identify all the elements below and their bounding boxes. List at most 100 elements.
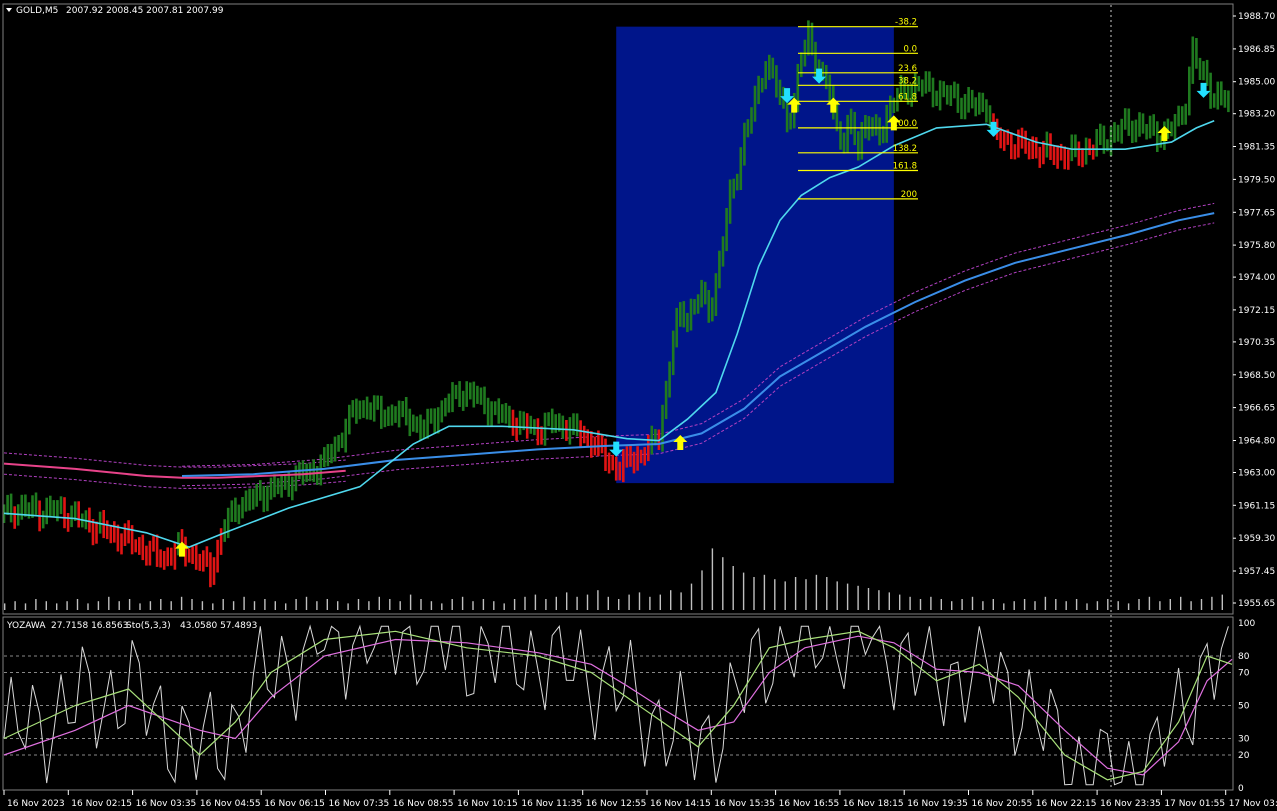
- volume-bar: [191, 599, 193, 610]
- candle: [707, 290, 711, 323]
- candle: [967, 87, 970, 113]
- candle: [1134, 119, 1138, 143]
- candle: [269, 477, 273, 500]
- time-tick-label: 16 Nov 03:35: [136, 799, 197, 809]
- volume-bar: [1138, 599, 1140, 610]
- volume-bar: [66, 601, 68, 610]
- price-tick-label: 1986.85: [1238, 45, 1275, 55]
- candle: [654, 429, 657, 446]
- candle: [380, 395, 383, 429]
- candle: [1209, 72, 1212, 109]
- candle: [187, 548, 191, 563]
- volume-bar: [493, 601, 495, 610]
- candle: [739, 147, 743, 190]
- volume-bar: [503, 603, 505, 610]
- candle: [582, 425, 586, 444]
- volume-bar: [701, 570, 703, 610]
- candle: [760, 78, 764, 93]
- candle: [536, 418, 540, 446]
- volume-bar: [482, 599, 485, 610]
- candle: [348, 404, 351, 435]
- price-tick-label: 1964.80: [1238, 437, 1275, 447]
- indicator-header: YOZAWA 27.7158 16.8563 Sto(5,3,3) 43.058…: [6, 621, 257, 631]
- candle: [486, 397, 490, 426]
- volume-bar: [670, 590, 672, 610]
- candle: [874, 114, 878, 136]
- candle: [1088, 138, 1091, 156]
- candle: [885, 104, 888, 143]
- volume-bar: [24, 603, 27, 610]
- candle: [458, 381, 461, 407]
- candle: [614, 456, 618, 481]
- candle: [426, 408, 429, 439]
- time-tick-label: 16 Nov 12:55: [586, 799, 647, 809]
- volume-bar: [857, 585, 859, 610]
- candle: [696, 294, 700, 314]
- candle: [1216, 81, 1220, 110]
- candle: [671, 330, 675, 376]
- candle: [209, 552, 212, 588]
- candle: [632, 451, 636, 474]
- candle: [376, 395, 379, 410]
- candle: [1152, 114, 1155, 136]
- volume-bar: [4, 603, 6, 610]
- price-tick-label: 1983.20: [1238, 110, 1275, 120]
- candle: [1141, 113, 1145, 134]
- volume-bar: [87, 603, 89, 610]
- candle: [20, 494, 24, 520]
- candle: [1116, 124, 1120, 142]
- candle: [59, 496, 63, 515]
- candle: [1198, 57, 1202, 80]
- stochastic-label: Sto(5,3,3): [126, 621, 171, 631]
- candle: [24, 494, 27, 517]
- candle: [127, 520, 130, 544]
- candle: [718, 250, 721, 289]
- candle: [401, 401, 404, 418]
- candle: [155, 534, 159, 567]
- candle: [554, 414, 557, 433]
- candle: [412, 414, 415, 432]
- candle: [746, 119, 750, 138]
- candle: [501, 404, 504, 423]
- candle: [579, 420, 582, 448]
- price-tick-label: 1963.00: [1238, 469, 1275, 479]
- candle: [49, 495, 52, 518]
- candle: [1013, 144, 1017, 160]
- volume-bar: [97, 601, 100, 610]
- candle: [849, 108, 853, 135]
- candle: [31, 495, 34, 518]
- candle: [365, 396, 369, 420]
- candle: [565, 420, 568, 441]
- time-tick-label: 16 Nov 23:35: [1100, 799, 1161, 809]
- candle: [700, 279, 703, 308]
- candle: [1067, 149, 1070, 170]
- volume-bar: [951, 601, 953, 610]
- volume-bar: [784, 581, 786, 610]
- candle: [547, 412, 550, 427]
- candle: [618, 461, 622, 481]
- candle: [1188, 66, 1191, 116]
- volume-bar: [711, 548, 714, 610]
- candle: [735, 173, 739, 191]
- candle: [397, 400, 401, 428]
- candle: [1127, 108, 1131, 136]
- candle: [145, 545, 148, 566]
- volume-bar: [160, 599, 162, 610]
- fib-level-label: 200: [901, 190, 917, 200]
- volume-bar: [389, 599, 391, 610]
- volume-bar: [1107, 599, 1109, 610]
- volume-bar: [1148, 596, 1151, 610]
- candle: [892, 97, 896, 113]
- trading-chart[interactable]: -38.20.023.638.261.8100.0138.2161.8200 1…: [0, 0, 1277, 811]
- fib-level-label: 161.8: [893, 162, 917, 172]
- candle: [693, 299, 696, 315]
- volume-bar: [909, 596, 911, 610]
- candle: [1056, 145, 1059, 169]
- time-tick-label: 16 Nov 20:55: [972, 799, 1033, 809]
- volume-bar: [1211, 596, 1213, 610]
- candle: [404, 397, 408, 426]
- volume-bar: [378, 596, 380, 610]
- candle: [1024, 130, 1027, 154]
- volume-bar: [1096, 601, 1099, 610]
- candle: [1180, 106, 1184, 125]
